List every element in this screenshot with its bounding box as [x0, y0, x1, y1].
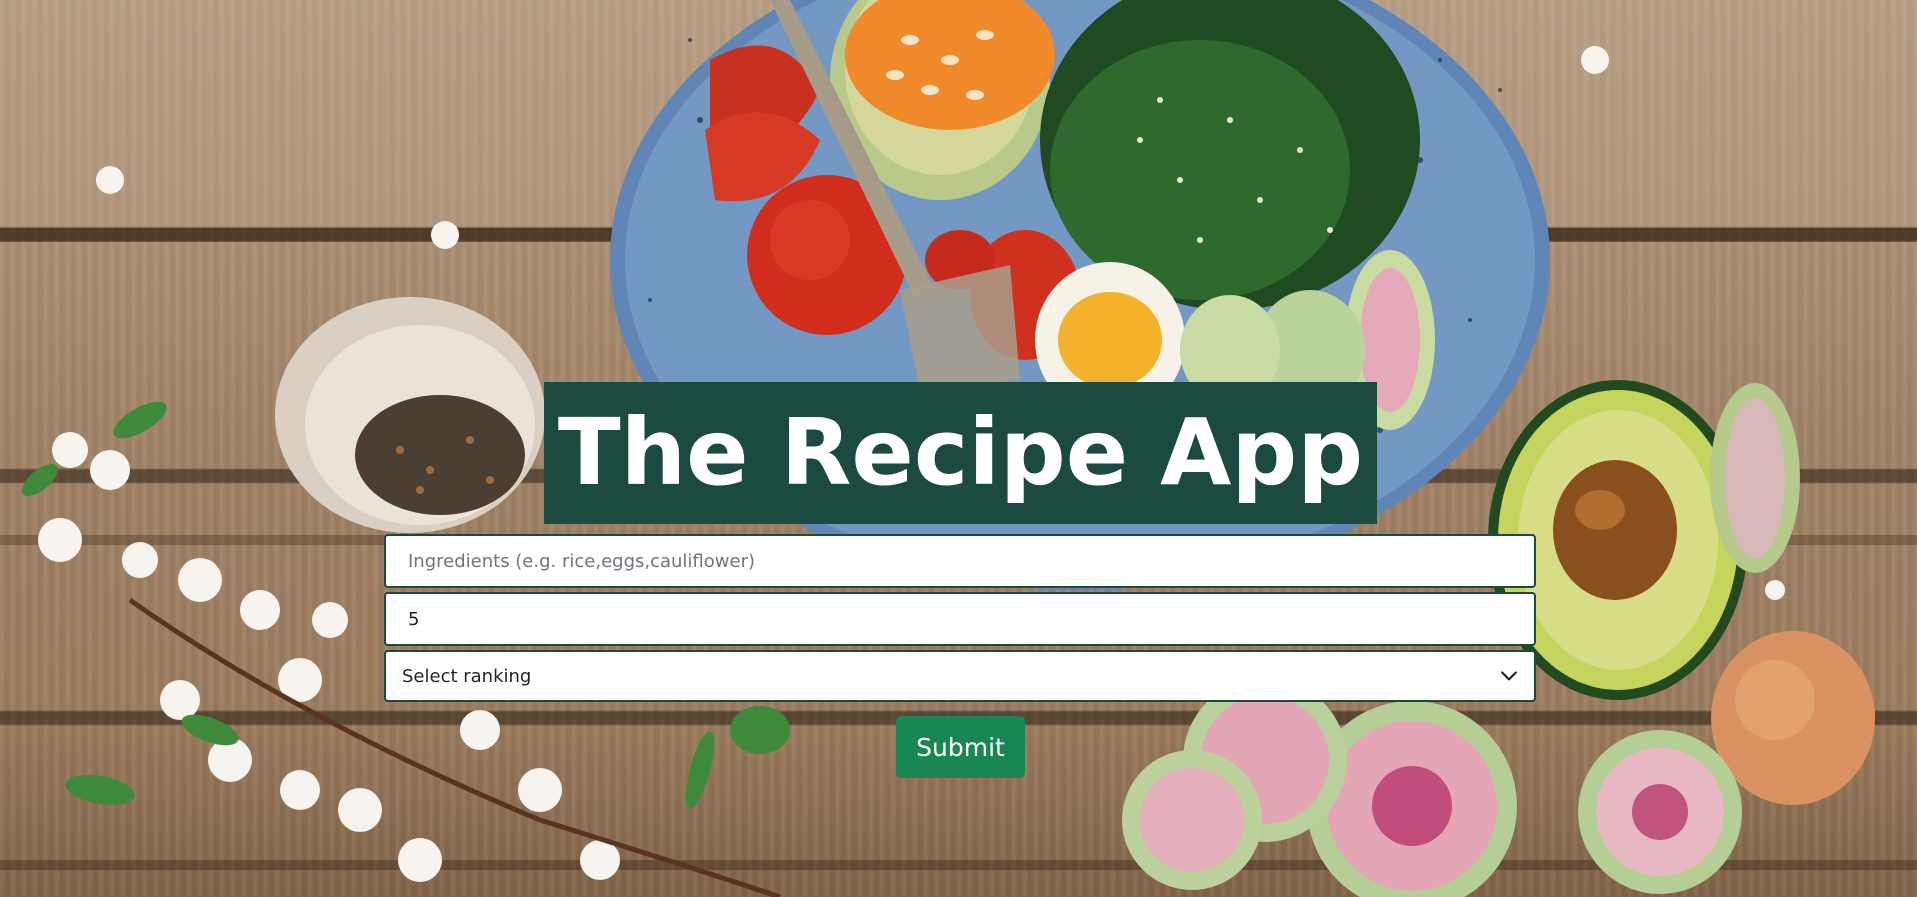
ingredients-input[interactable]: [384, 534, 1536, 588]
submit-button[interactable]: Submit: [896, 716, 1025, 778]
ranking-select[interactable]: Select ranking: [384, 650, 1536, 702]
ranking-select-value: Select ranking: [402, 665, 532, 687]
recipe-app-page: The Recipe App Select ranking Submit: [0, 0, 1917, 897]
chevron-down-icon: [1501, 671, 1517, 681]
title-banner: The Recipe App: [544, 382, 1377, 524]
app-title: The Recipe App: [557, 399, 1364, 506]
recipe-count-input[interactable]: [384, 592, 1536, 646]
